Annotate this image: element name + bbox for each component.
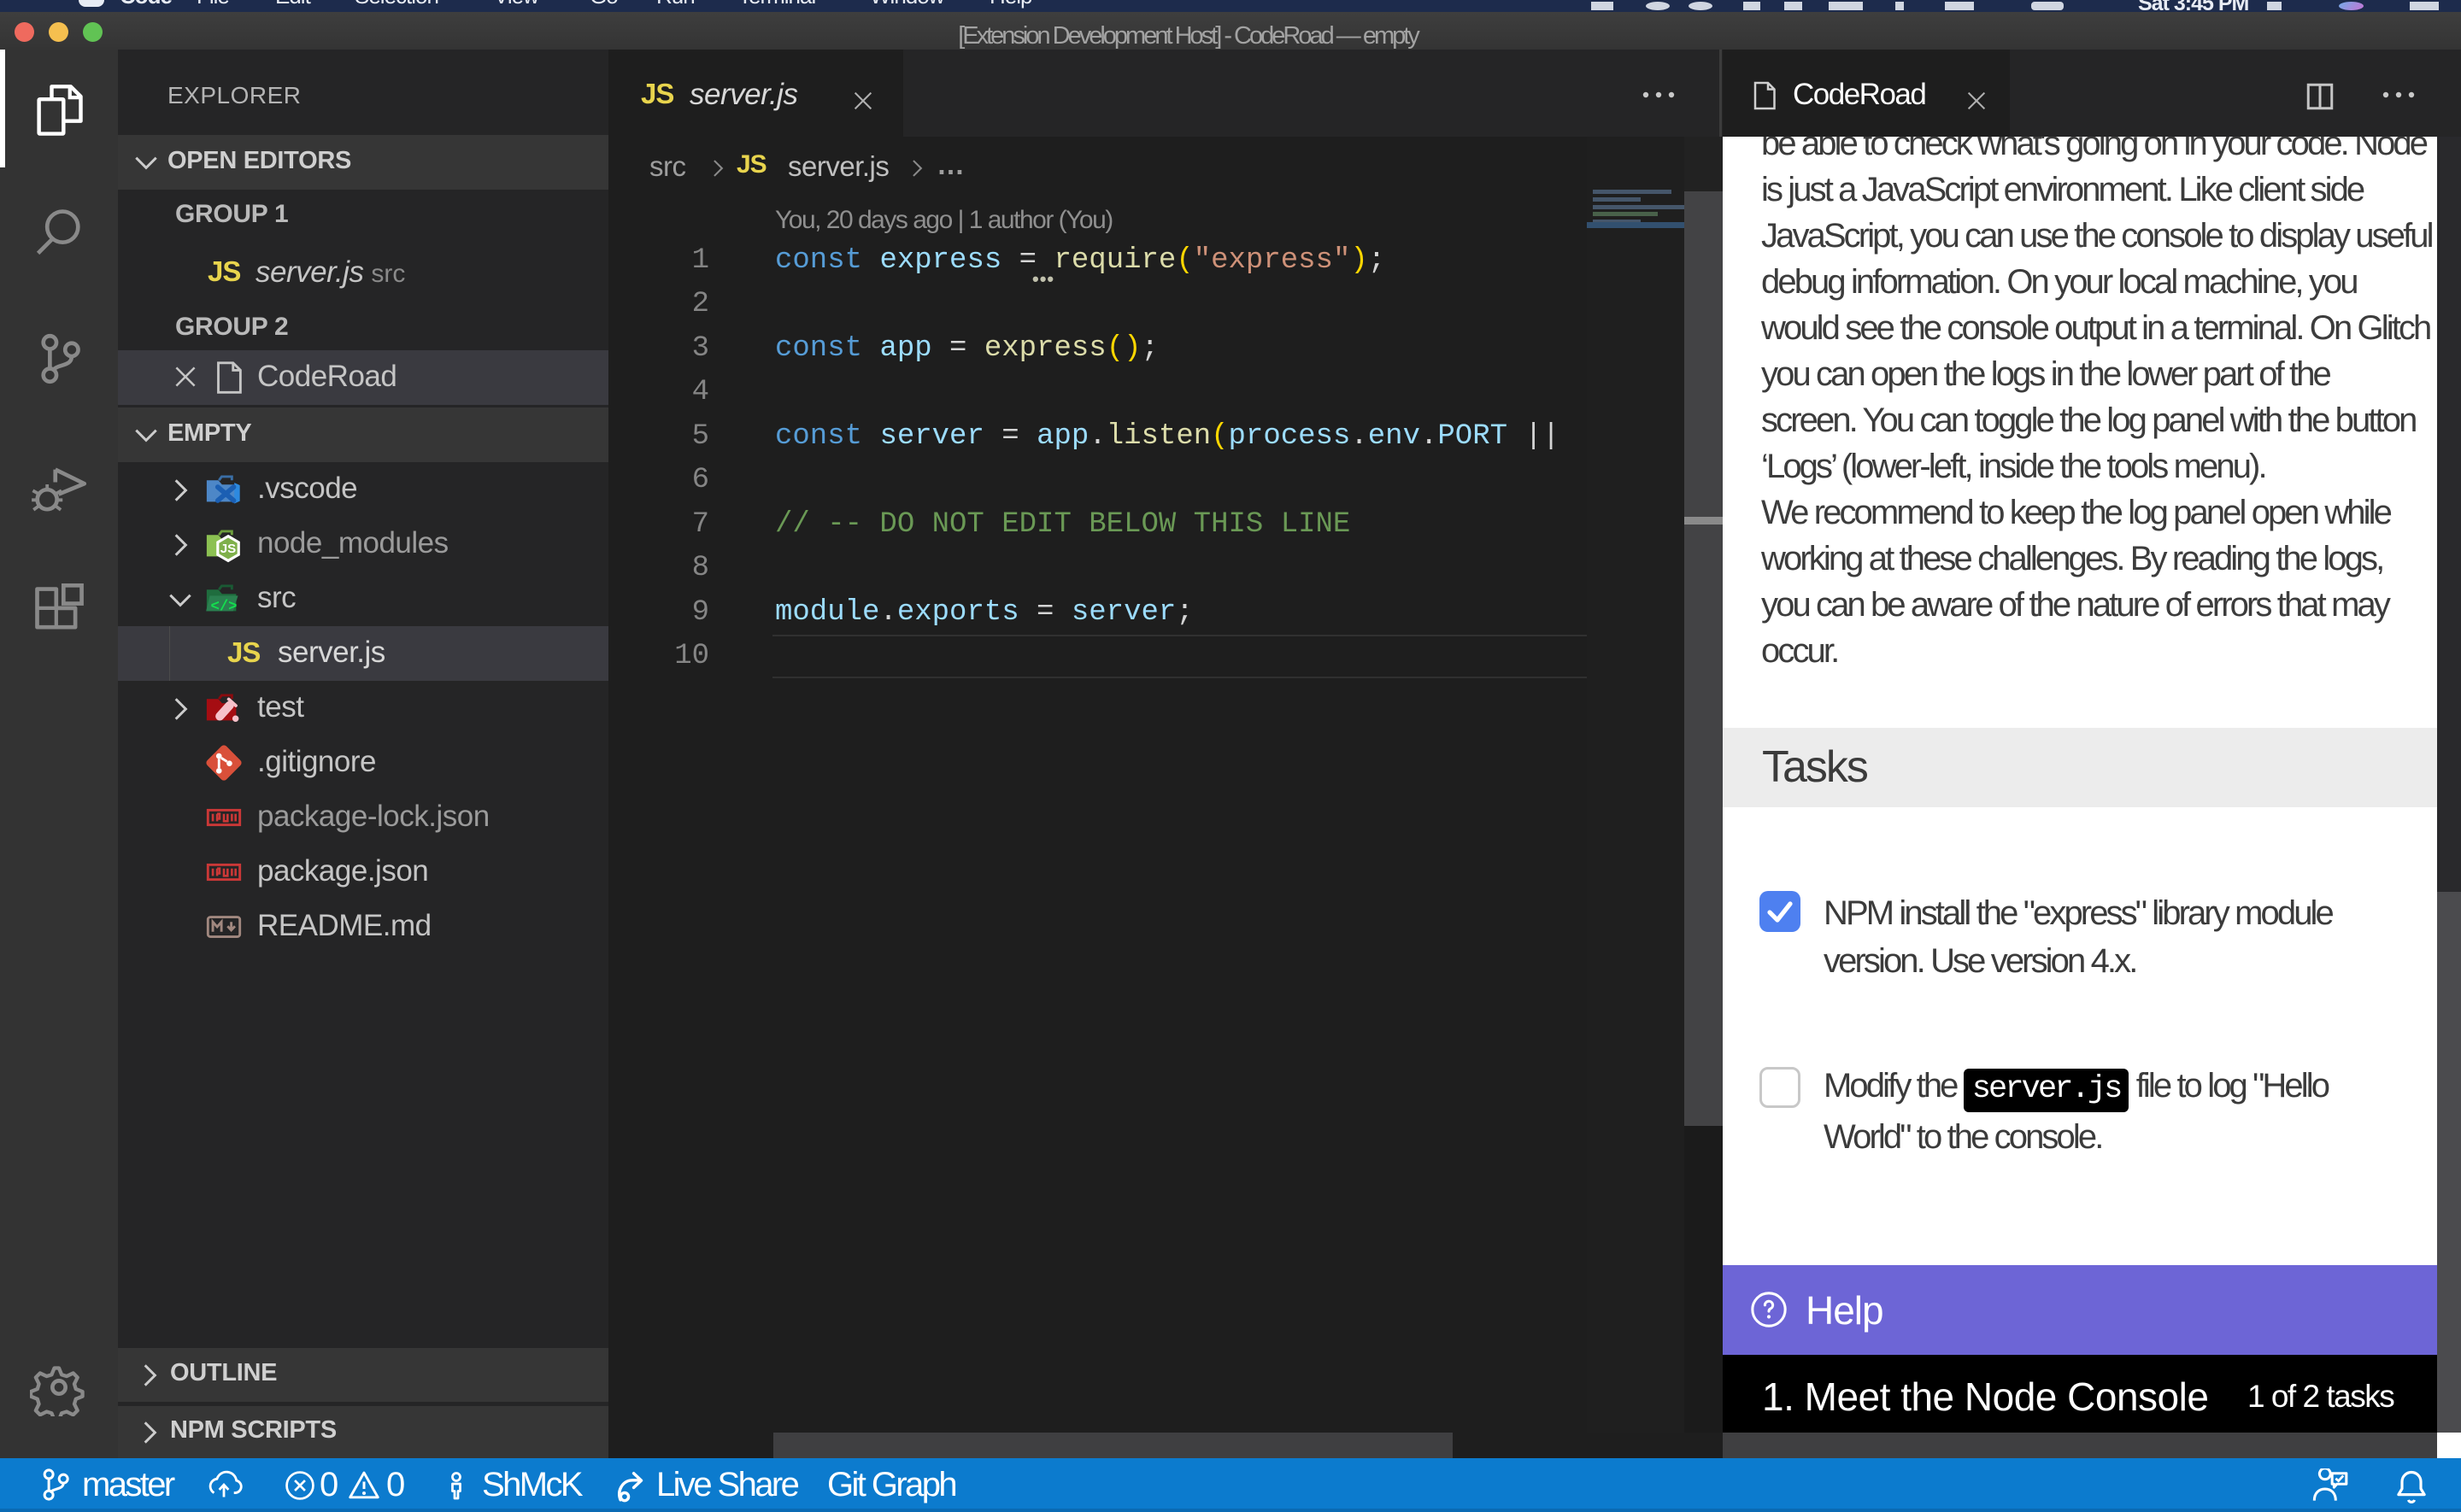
- svg-text:JS: JS: [220, 542, 236, 556]
- svg-text:</>: </>: [210, 600, 237, 616]
